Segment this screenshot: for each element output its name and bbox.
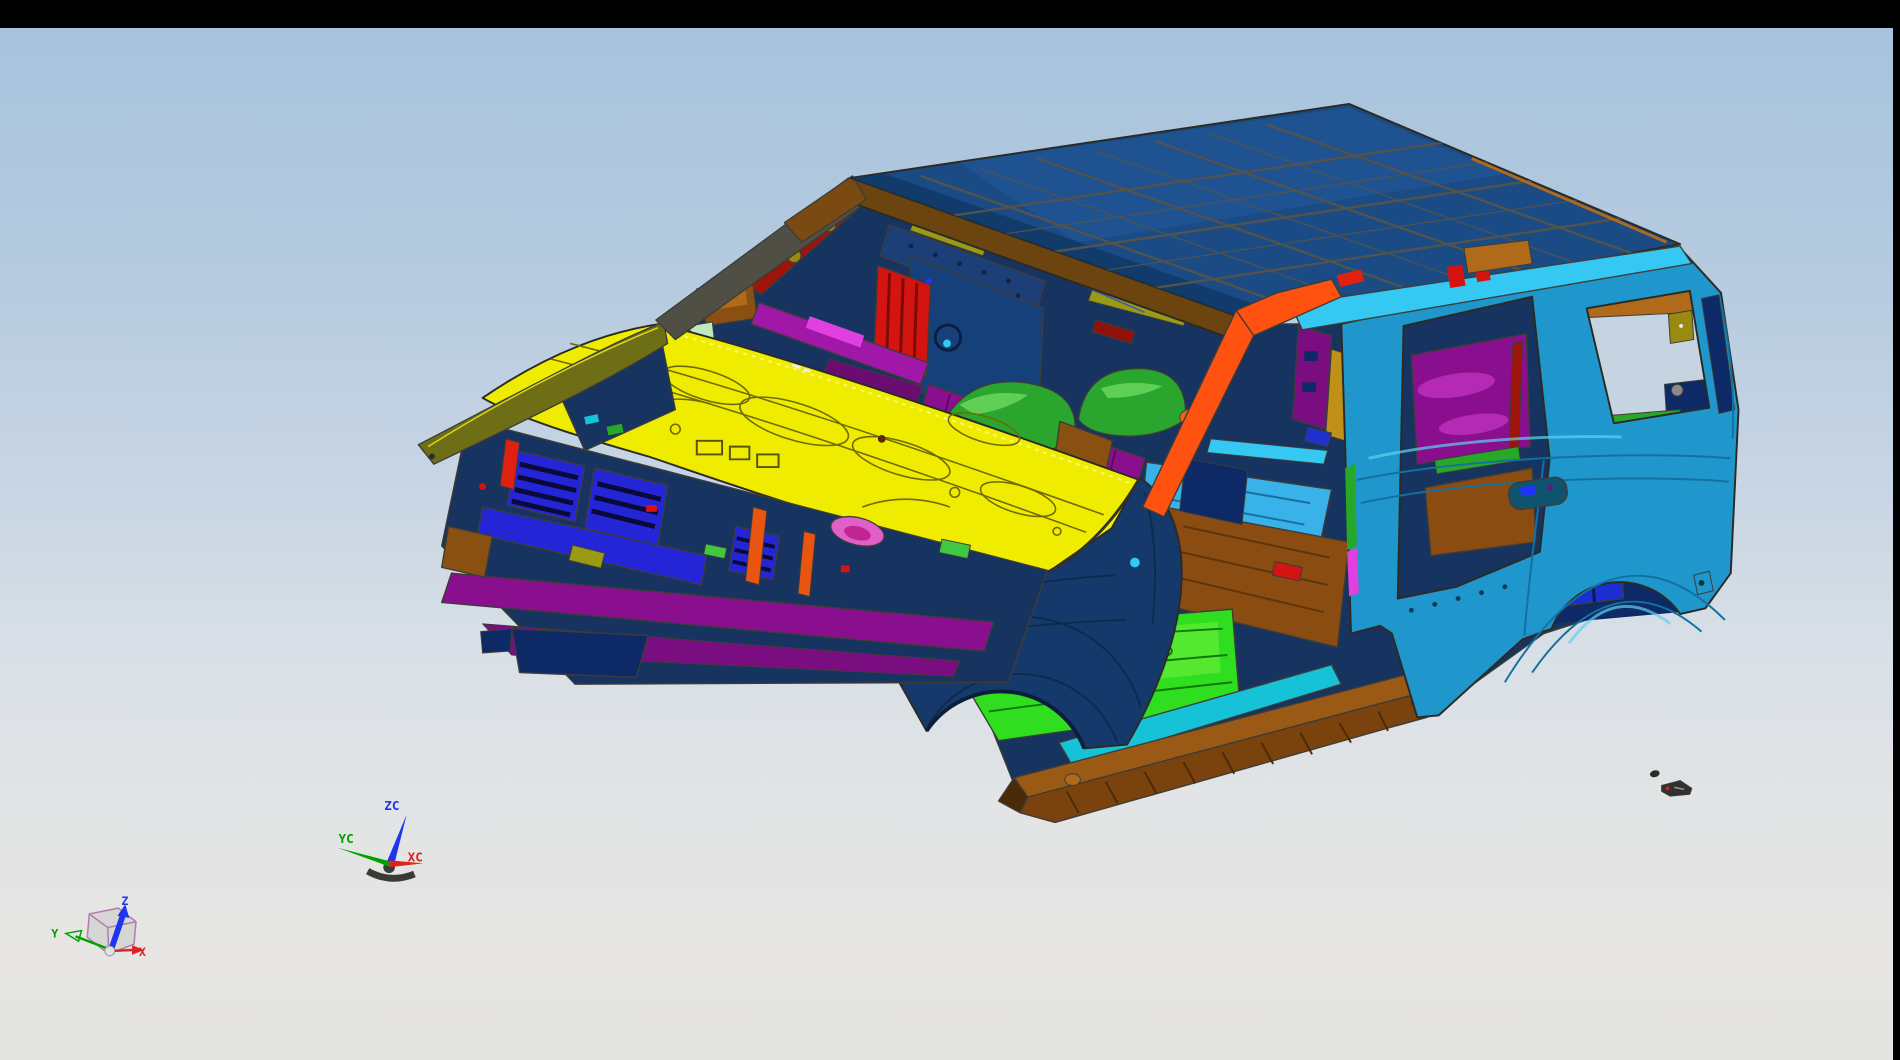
- air-dam-navy[interactable]: [512, 629, 648, 678]
- window-title-bar: [0, 0, 1900, 28]
- bpillar-purple-trim[interactable]: [1293, 326, 1332, 429]
- window-right-edge-bar: [1893, 0, 1900, 1060]
- wcs-triad[interactable]: ZC YC XC: [338, 798, 424, 878]
- csys-x-label: X: [139, 945, 146, 959]
- rear-door-opening-interior[interactable]: [1411, 334, 1536, 556]
- blue-fastener-dot: [926, 278, 932, 284]
- bpillar-magenta-stripe[interactable]: [1347, 548, 1359, 597]
- bpillar-green-stripe[interactable]: [1345, 464, 1357, 550]
- csys-origin-sphere: [105, 946, 115, 956]
- trim-cutout: [1304, 351, 1318, 361]
- wcs-z-axis[interactable]: [386, 815, 406, 866]
- wheelhouse-gray-part[interactable]: [1671, 384, 1683, 396]
- trim-cutout: [1302, 382, 1316, 392]
- cad-application-window: ZC YC XC Z Y X: [0, 0, 1900, 1060]
- board-copper-knob[interactable]: [1065, 774, 1081, 786]
- wcs-y-label: YC: [338, 831, 353, 846]
- detached-small-parts[interactable]: [1649, 769, 1692, 796]
- red-bit: [841, 565, 850, 572]
- tab-hole: [1699, 580, 1705, 586]
- red-bit: [646, 505, 657, 512]
- hood-dark-dot: [878, 435, 886, 443]
- air-dam-step[interactable]: [481, 629, 512, 653]
- csys-y-tip: [66, 931, 82, 942]
- fender-dark-dot: [429, 453, 435, 459]
- small-part-red-dot: [1665, 786, 1669, 790]
- small-part-dot[interactable]: [1649, 769, 1660, 778]
- 3d-graphics-viewport[interactable]: ZC YC XC Z Y X: [0, 28, 1893, 1060]
- copper-corner-patch[interactable]: [442, 526, 493, 577]
- dash-cyan-dot: [943, 340, 951, 348]
- wcs-z-label: ZC: [384, 798, 399, 813]
- wcs-x-label: XC: [408, 849, 423, 864]
- model-scene: ZC YC XC Z Y X: [0, 28, 1893, 1060]
- rail-red-strip[interactable]: [1447, 264, 1466, 288]
- csys-x-axis: [113, 950, 132, 951]
- wcs-y-axis[interactable]: [338, 848, 392, 867]
- absolute-csys-indicator: Z Y X: [51, 894, 146, 959]
- fender-red-dot: [479, 483, 486, 490]
- fender-teal-dot: [1130, 558, 1140, 568]
- car-body-model[interactable]: [418, 104, 1738, 823]
- csys-z-label: Z: [121, 894, 128, 908]
- csys-y-label: Y: [51, 926, 58, 940]
- bracket-hole: [1679, 324, 1683, 328]
